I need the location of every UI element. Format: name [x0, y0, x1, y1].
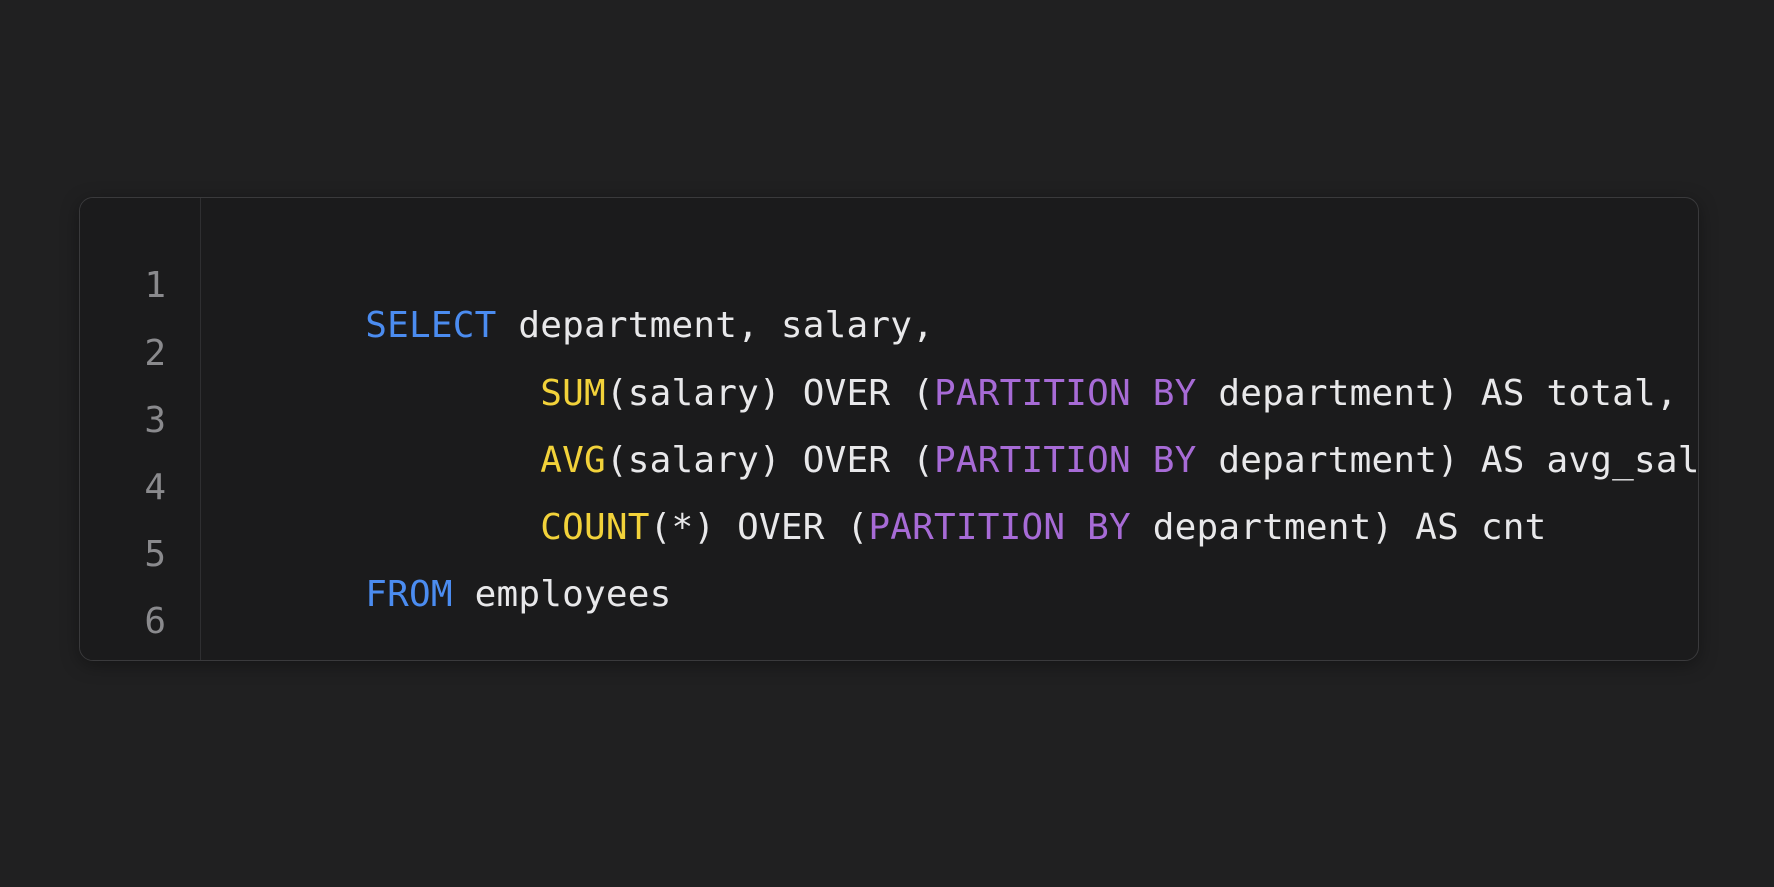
line-number: 2: [144, 333, 166, 374]
line-number: 3: [144, 400, 166, 441]
plain-code-token: employees: [452, 574, 672, 615]
code-text-area[interactable]: SELECT department, salary, SUM(salary) O…: [234, 198, 1698, 660]
line-number: 6: [144, 601, 166, 642]
code-line[interactable]: FROM employees: [234, 535, 672, 655]
code-editor-panel[interactable]: 1 2 3 4 5 6 SELECT department, salary, S…: [79, 197, 1699, 661]
line-number: 4: [144, 467, 166, 508]
line-number-gutter: 1 2 3 4 5 6: [80, 198, 201, 660]
plain-code-token: (*) OVER (: [649, 507, 869, 548]
sql-keyword-token: FROM: [365, 574, 453, 615]
line-number: 5: [144, 534, 166, 575]
partition-clause-token: PARTITION BY: [868, 507, 1131, 548]
plain-code-token: department) AS cnt: [1130, 507, 1547, 548]
line-number: 1: [144, 265, 166, 306]
